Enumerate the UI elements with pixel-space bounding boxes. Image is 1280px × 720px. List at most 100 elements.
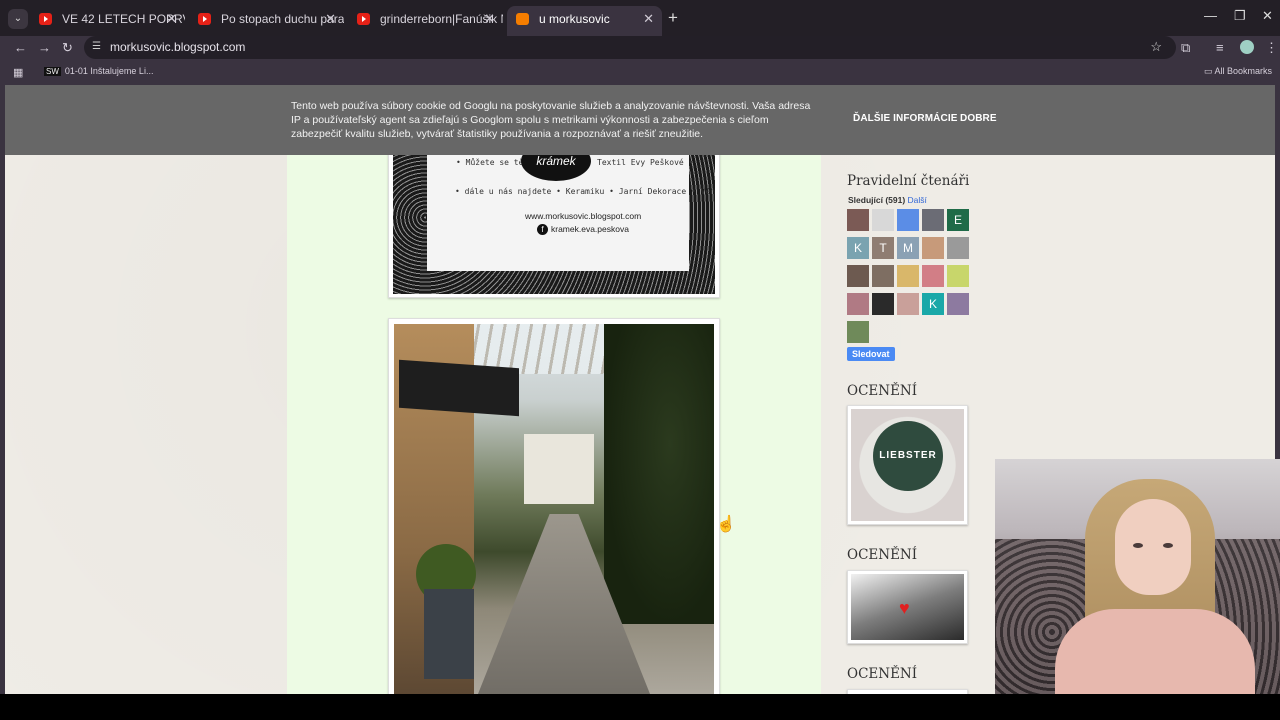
award-liebster[interactable]: LIEBSTER — [847, 405, 968, 525]
follower-avatar[interactable] — [897, 209, 919, 231]
house — [524, 434, 594, 504]
tab-title: u morkusovic — [539, 12, 610, 26]
follower-avatar[interactable] — [947, 237, 969, 259]
media-control-icon[interactable]: ≡ — [1216, 40, 1224, 55]
flyer-facebook: f kramek.eva.peskova — [537, 224, 629, 235]
follower-avatar[interactable]: K — [922, 293, 944, 315]
webcam-eye — [1133, 543, 1143, 548]
tab-3[interactable]: grinderreborn|Fanúšik Napísal ✕ — [348, 6, 503, 32]
flyer-text-line: Textil Evy Peškové • — [597, 158, 694, 167]
follower-avatar[interactable]: T — [872, 237, 894, 259]
youtube-icon — [39, 13, 52, 25]
all-bookmarks-label: All Bookmarks — [1214, 66, 1272, 76]
follower-avatar[interactable] — [847, 265, 869, 287]
new-tab-button[interactable]: + — [668, 9, 678, 27]
extensions-icon[interactable]: ⧉ — [1181, 40, 1190, 56]
hand-cursor-icon: ☝ — [716, 516, 736, 533]
post-image-garden[interactable] — [388, 318, 720, 694]
facebook-icon: f — [537, 224, 548, 235]
reload-icon[interactable]: ↻ — [62, 40, 73, 56]
profile-avatar[interactable] — [1240, 40, 1254, 54]
hands-award-image: ♥ — [851, 574, 964, 640]
follower-avatar[interactable]: E — [947, 209, 969, 231]
tab-strip: ⌄ VE 42 LETECH POPRVÉ V KUCH ✕ Po stopac… — [0, 0, 1280, 36]
webcam-person-face — [1115, 499, 1191, 595]
follower-avatar[interactable] — [922, 265, 944, 287]
planter-pot — [424, 589, 474, 679]
followers-label: Sledující (591) — [848, 195, 906, 205]
webcam-overlay — [995, 459, 1280, 694]
close-icon[interactable]: ✕ — [166, 6, 177, 32]
address-bar[interactable]: ☰ morkusovic.blogspot.com ☆ — [84, 36, 1176, 59]
follower-avatar[interactable] — [897, 265, 919, 287]
blogger-icon — [516, 13, 529, 25]
garden-photo — [394, 324, 714, 694]
ok-button[interactable]: DOBRE — [960, 113, 997, 124]
follower-avatar[interactable] — [847, 209, 869, 231]
follower-avatar[interactable] — [847, 293, 869, 315]
toolbar: ← → ↻ ☰ morkusovic.blogspot.com ☆ — [0, 36, 1280, 60]
back-icon[interactable]: ← — [14, 40, 27, 55]
award-title: OCENĚNÍ — [847, 383, 918, 399]
cookie-banner: Tento web používa súbory cookie od Googl… — [5, 85, 1275, 155]
award-title: OCENĚNÍ — [847, 666, 918, 682]
restore-icon[interactable]: ❐ — [1234, 8, 1246, 24]
award-hands[interactable]: ♥ — [847, 570, 968, 644]
follower-avatar[interactable] — [947, 265, 969, 287]
follower-avatar[interactable]: K — [847, 237, 869, 259]
follower-avatar[interactable]: M — [897, 237, 919, 259]
bookmark-star-icon[interactable]: ☆ — [1150, 39, 1162, 55]
tab-4-active[interactable]: u morkusovic ✕ — [507, 6, 662, 36]
awning — [399, 359, 519, 417]
bookmarks-bar: ▦ SW 01-01 Inštalujeme Li... ▭ All Bookma… — [0, 62, 1280, 84]
tab-2[interactable]: Po stopach duchu paranormal ✕ — [189, 6, 344, 32]
taskbar-strip — [0, 694, 1280, 720]
followers-more-link[interactable]: Další — [908, 195, 927, 205]
webcam-person-body — [1055, 609, 1255, 694]
tab-search-icon[interactable]: ⌄ — [8, 9, 28, 29]
liebster-award-image: LIEBSTER — [851, 409, 964, 521]
minimize-icon[interactable]: — — [1204, 8, 1217, 23]
close-window-icon[interactable]: ✕ — [1262, 8, 1273, 24]
apps-grid-icon[interactable]: ▦ — [13, 66, 23, 79]
followers-title: Pravidelní čtenáři — [847, 173, 970, 189]
close-icon[interactable]: ✕ — [325, 6, 336, 32]
follower-avatar[interactable] — [872, 265, 894, 287]
url-text[interactable]: morkusovic.blogspot.com — [110, 40, 245, 54]
follower-avatar[interactable] — [897, 293, 919, 315]
bookmark-favicon: SW — [44, 67, 61, 76]
cookie-text: Tento web používa súbory cookie od Googl… — [291, 100, 811, 141]
award-title: OCENĚNÍ — [847, 547, 918, 563]
followers-count: Sledující (591) Další — [848, 195, 927, 205]
more-info-button[interactable]: ĎALŠIE INFORMÁCIE — [853, 113, 957, 124]
heart-icon: ♥ — [899, 598, 910, 618]
bookmark-label: 01-01 Inštalujeme Li... — [64, 66, 154, 76]
youtube-icon — [357, 13, 370, 25]
all-bookmarks[interactable]: ▭ All Bookmarks — [1204, 66, 1272, 77]
follower-avatar[interactable] — [947, 293, 969, 315]
flyer-text-line: • dále u nás najdete • Keramiku • Jarní … — [455, 187, 715, 196]
trees — [604, 324, 714, 624]
menu-icon[interactable]: ⋮ — [1265, 40, 1278, 56]
post-image-flyer[interactable]: • Můžete se těšit na krámek Textil Evy P… — [388, 140, 720, 298]
site-info-icon[interactable]: ☰ — [92, 41, 104, 53]
follower-avatar[interactable] — [922, 209, 944, 231]
flyer-card: • Můžete se těšit na krámek Textil Evy P… — [427, 141, 715, 271]
flyer-photo: • Můžete se těšit na krámek Textil Evy P… — [393, 141, 715, 294]
follower-avatar[interactable] — [847, 321, 869, 343]
follow-button[interactable]: Sledovat — [847, 347, 895, 361]
follower-avatar[interactable] — [872, 209, 894, 231]
liebster-seal: LIEBSTER — [873, 421, 943, 491]
forward-icon[interactable]: → — [38, 40, 51, 55]
webcam-eye — [1163, 543, 1173, 548]
youtube-icon — [198, 13, 211, 25]
bookmark-item[interactable]: SW 01-01 Inštalujeme Li... — [44, 66, 153, 76]
tab-1[interactable]: VE 42 LETECH POPRVÉ V KUCH ✕ — [30, 6, 185, 32]
close-icon[interactable]: ✕ — [643, 6, 654, 32]
facebook-handle: kramek.eva.peskova — [551, 224, 629, 234]
folder-icon: ▭ — [1203, 66, 1215, 76]
follower-avatar[interactable] — [922, 237, 944, 259]
flyer-url: www.morkusovic.blogspot.com — [525, 211, 642, 221]
close-icon[interactable]: ✕ — [484, 6, 495, 32]
follower-avatar[interactable] — [872, 293, 894, 315]
